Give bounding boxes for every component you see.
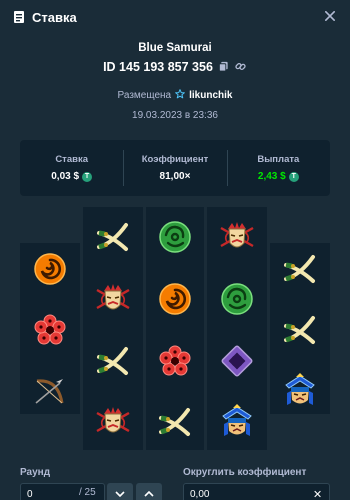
username-link[interactable]: likunchik xyxy=(189,90,232,101)
samurai-mask-icon xyxy=(95,281,131,317)
orange-spiral-icon xyxy=(32,251,68,287)
samurai-mask-icon xyxy=(95,404,131,440)
bow-icon xyxy=(32,373,68,409)
close-icon[interactable] xyxy=(325,11,335,21)
modal-header: Ставка xyxy=(0,0,350,34)
link-icon[interactable] xyxy=(235,61,247,73)
stat-multiplier-label: Коэффициент xyxy=(141,154,209,165)
green-spiral-icon xyxy=(157,219,193,255)
stat-payout-value: 2,43 $ xyxy=(257,171,286,182)
stat-bet-value-row: 0,03 $ T xyxy=(51,171,93,182)
orange-spiral-icon xyxy=(157,281,193,317)
tether-coin-icon: T xyxy=(82,171,93,182)
samurai-mask-icon xyxy=(219,219,255,255)
red-flower-icon xyxy=(32,312,68,348)
slot-reels xyxy=(20,207,330,450)
swords-icon xyxy=(157,404,193,440)
bet-id: ID 145 193 857 356 xyxy=(103,60,213,74)
stat-bet: Ставка 0,03 $ T xyxy=(20,140,123,196)
placed-label: Размещена xyxy=(117,90,172,101)
swords-icon xyxy=(282,251,318,287)
round-coef-label: Округлить коэффициент xyxy=(183,467,307,478)
chevron-up-icon xyxy=(144,491,154,497)
swords-icon xyxy=(95,343,131,379)
bet-stats-panel: Ставка 0,03 $ T Коэффициент 81,00× Выпла… xyxy=(20,140,330,196)
copy-icon[interactable] xyxy=(218,61,230,73)
bet-id-row: ID 145 193 857 356 xyxy=(0,60,350,74)
round-coef-input[interactable] xyxy=(183,483,330,500)
round-total: / 25 xyxy=(79,487,96,498)
clear-icon[interactable] xyxy=(314,490,321,498)
receipt-icon xyxy=(12,10,26,24)
round-coef-field[interactable] xyxy=(190,488,314,500)
chevron-down-icon xyxy=(115,491,125,497)
placed-by-row: Размещена likunchik xyxy=(0,89,350,102)
modal-title: Ставка xyxy=(32,9,77,25)
stat-multiplier: Коэффициент 81,00× xyxy=(123,140,226,196)
bet-datetime: 19.03.2023 в 23:36 xyxy=(132,110,218,121)
round-label: Раунд xyxy=(20,467,51,478)
tether-coin-icon: T xyxy=(288,171,299,182)
stat-bet-label: Ставка xyxy=(55,154,88,165)
round-up-button[interactable] xyxy=(136,483,162,500)
close-button[interactable] xyxy=(322,8,338,24)
stat-payout-label: Выплата xyxy=(257,154,300,165)
stat-multiplier-value: 81,00× xyxy=(159,171,191,182)
stat-bet-value: 0,03 $ xyxy=(51,171,80,182)
stat-payout-value-row: 2,43 $ T xyxy=(258,171,299,182)
swords-icon xyxy=(282,312,318,348)
purple-diamond-icon xyxy=(219,343,255,379)
red-flower-icon xyxy=(157,343,193,379)
stat-payout: Выплата 2,43 $ T xyxy=(226,140,330,196)
blue-samurai-icon xyxy=(219,404,255,440)
blue-samurai-icon xyxy=(282,373,318,409)
star-icon xyxy=(175,89,185,102)
green-spiral-icon xyxy=(219,281,255,317)
swords-icon xyxy=(95,219,131,255)
game-name[interactable]: Blue Samurai xyxy=(0,42,350,54)
round-down-button[interactable] xyxy=(107,483,133,500)
